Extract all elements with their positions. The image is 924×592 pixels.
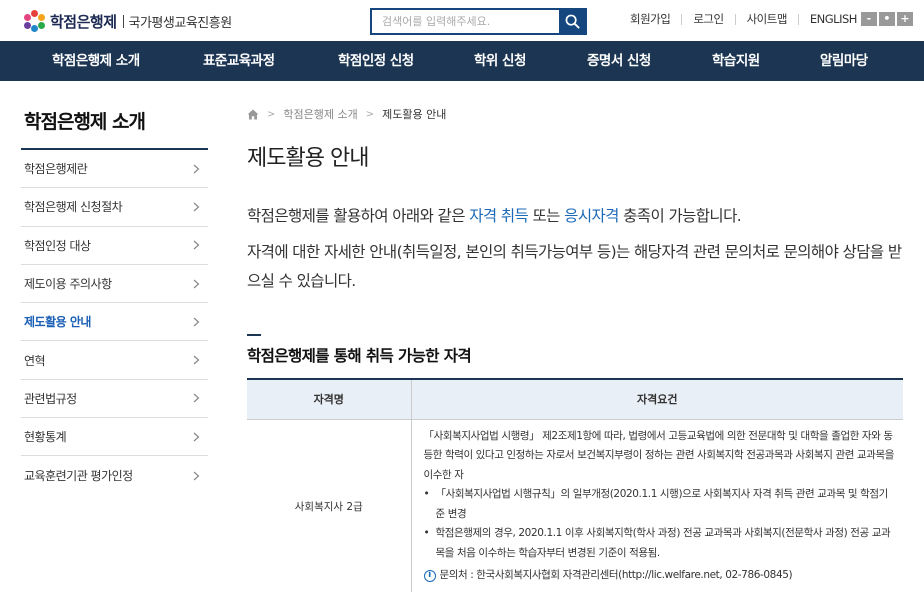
sidebar-item[interactable]: 학점인정 대상 bbox=[21, 227, 208, 265]
intro-text-2: 자격에 대한 자세한 안내(취득일정, 본인의 취득가능여부 등)는 해당자격 … bbox=[247, 243, 902, 290]
sidebar-item-label: 교육훈련기관 평가인정 bbox=[24, 469, 133, 484]
intro-text-segment: 충족이 가능합니다. bbox=[618, 207, 742, 225]
breadcrumb-parent[interactable]: 학점은행제 소개 bbox=[283, 106, 357, 122]
column-header-name: 자격명 bbox=[247, 379, 412, 420]
search-input[interactable] bbox=[372, 10, 559, 33]
qualification-requirement: 「사회복지사업법 시행령」 제2조제1항에 따라, 법령에서 고등교육법에 의한… bbox=[411, 419, 903, 592]
zoom-out-button[interactable]: - bbox=[860, 12, 877, 26]
sidebar-item[interactable]: 현황통계 bbox=[21, 418, 208, 457]
breadcrumb-current: 제도활용 안내 bbox=[382, 108, 447, 121]
intro-text-1: 학점은행제를 활용하여 아래와 같은 자격 취득 또는 응시자격 충족이 가능합… bbox=[247, 204, 742, 226]
sidebar-item[interactable]: 연혁 bbox=[21, 341, 208, 380]
zoom-controls: - • + bbox=[860, 12, 913, 26]
sidebar-item-label: 관련법규정 bbox=[24, 391, 77, 406]
sidebar-item-label: 학점인정 대상 bbox=[24, 238, 91, 253]
sidebar-item[interactable]: 학점은행제 신청절차 bbox=[21, 188, 208, 227]
logo-text: 학점은행제 bbox=[50, 12, 117, 31]
info-icon: i bbox=[423, 569, 436, 582]
signup-link[interactable]: 회원가입 bbox=[619, 11, 681, 27]
sidebar-item[interactable]: 관련법규정 bbox=[21, 380, 208, 419]
sidebar-item-label: 학점은행제 신청절차 bbox=[24, 200, 123, 215]
sidebar-item-active[interactable]: 제도활용 안내 bbox=[21, 303, 208, 342]
section-title-marker bbox=[247, 334, 261, 336]
zoom-reset-button[interactable]: • bbox=[878, 12, 895, 26]
nav-item-certificate[interactable]: 증명서 신청 bbox=[587, 41, 651, 81]
table-row: 사회복지사 2급 「사회복지사업법 시행령」 제2조제1항에 따라, 법령에서 … bbox=[247, 419, 903, 592]
nav-item-degree[interactable]: 학위 신청 bbox=[474, 41, 526, 81]
table-header-row: 자격명 자격요건 bbox=[247, 379, 903, 420]
utility-links: 회원가입 로그인 사이트맵 ENGLISH - • + bbox=[619, 11, 913, 27]
sidebar-item-label: 연혁 bbox=[24, 353, 46, 368]
intro-text-segment: 또는 bbox=[528, 207, 565, 225]
search-button[interactable] bbox=[559, 10, 585, 33]
org-name: 국가평생교육진흥원 bbox=[128, 15, 233, 31]
requirement-main: 「사회복지사업법 시행령」 제2조제1항에 따라, 법령에서 고등교육법에 의한… bbox=[423, 429, 895, 481]
chevron-right-icon bbox=[193, 471, 200, 480]
sidebar-item[interactable]: 제도이용 주의사항 bbox=[21, 265, 208, 304]
home-icon[interactable] bbox=[247, 109, 259, 120]
intro-text-segment: 학점은행제를 활용하여 아래와 같은 bbox=[247, 207, 470, 225]
zoom-in-button[interactable]: + bbox=[896, 12, 913, 26]
chevron-right-icon bbox=[193, 279, 200, 288]
nav-item-credit-recognition[interactable]: 학점인정 신청 bbox=[338, 41, 414, 81]
chevron-right-icon bbox=[193, 240, 200, 250]
search-icon bbox=[565, 14, 580, 29]
login-link[interactable]: 로그인 bbox=[682, 11, 734, 27]
sidebar-item-label: 제도이용 주의사항 bbox=[24, 277, 112, 292]
highlight-eligibility: 응시자격 bbox=[564, 207, 619, 225]
sidebar-item[interactable]: 교육훈련기관 평가인정 bbox=[21, 456, 208, 494]
breadcrumb: > 학점은행제 소개 > 제도활용 안내 bbox=[247, 106, 446, 122]
chevron-right-icon bbox=[193, 355, 200, 365]
nav-item-curriculum[interactable]: 표준교육과정 bbox=[203, 41, 275, 81]
logo-flower-icon bbox=[24, 10, 46, 32]
requirement-bullet: 「사회복지사업법 시행규칙」의 일부개정(2020.1.1 시행)으로 사회복지… bbox=[424, 485, 896, 524]
section-title: 학점은행제를 통해 취득 가능한 자격 bbox=[247, 347, 472, 365]
top-header: 학점은행제 국가평생교육진흥원 회원가입 로그인 사이트맵 ENGLISH - … bbox=[0, 0, 924, 41]
chevron-right-icon: > bbox=[267, 108, 276, 120]
sidebar-item-label: 학점은행제란 bbox=[24, 162, 88, 177]
sidebar-menu: 학점은행제란 학점은행제 신청절차 학점인정 대상 제도이용 주의사항 제도활용… bbox=[21, 150, 208, 495]
main-nav: 학점은행제 소개 표준교육과정 학점인정 신청 학위 신청 증명서 신청 학습지… bbox=[0, 41, 924, 81]
sidebar-item-label: 제도활용 안내 bbox=[24, 315, 91, 330]
highlight-qualification: 자격 취득 bbox=[469, 207, 529, 225]
search-box bbox=[370, 8, 587, 35]
nav-item-learning-support[interactable]: 학습지원 bbox=[712, 41, 760, 81]
sidebar-item-label: 현황통계 bbox=[24, 430, 67, 445]
site-logo[interactable]: 학점은행제 국가평생교육진흥원 bbox=[24, 9, 232, 33]
qualification-name: 사회복지사 2급 bbox=[247, 419, 412, 592]
chevron-right-icon bbox=[193, 202, 200, 212]
page-title: 제도활용 안내 bbox=[247, 146, 369, 171]
column-header-requirement: 자격요건 bbox=[411, 379, 903, 420]
qualification-table: 자격명 자격요건 사회복지사 2급 「사회복지사업법 시행령」 제2조제1항에 … bbox=[247, 378, 903, 592]
sitemap-link[interactable]: 사이트맵 bbox=[736, 11, 798, 27]
requirement-bullet: 학점은행제의 경우, 2020.1.1 이후 사회복지학(학사 과정) 전공 교… bbox=[424, 524, 896, 563]
english-link[interactable]: ENGLISH bbox=[799, 12, 858, 26]
chevron-right-icon bbox=[193, 164, 200, 174]
chevron-right-icon: > bbox=[365, 108, 375, 120]
chevron-right-icon bbox=[193, 393, 200, 403]
contact-info: i 문의처 : 한국사회복지사협회 자격관리센터(http://lic.welf… bbox=[423, 566, 896, 586]
chevron-right-icon bbox=[193, 432, 200, 442]
contact-info-text: 문의처 : 한국사회복지사협회 자격관리센터(http://lic.welfar… bbox=[439, 569, 793, 581]
nav-item-intro[interactable]: 학점은행제 소개 bbox=[52, 41, 140, 81]
chevron-right-icon bbox=[193, 317, 200, 327]
nav-item-notice[interactable]: 알림마당 bbox=[820, 41, 868, 81]
sidebar-title: 학점은행제 소개 bbox=[24, 111, 146, 133]
sidebar-item[interactable]: 학점은행제란 bbox=[21, 150, 208, 189]
